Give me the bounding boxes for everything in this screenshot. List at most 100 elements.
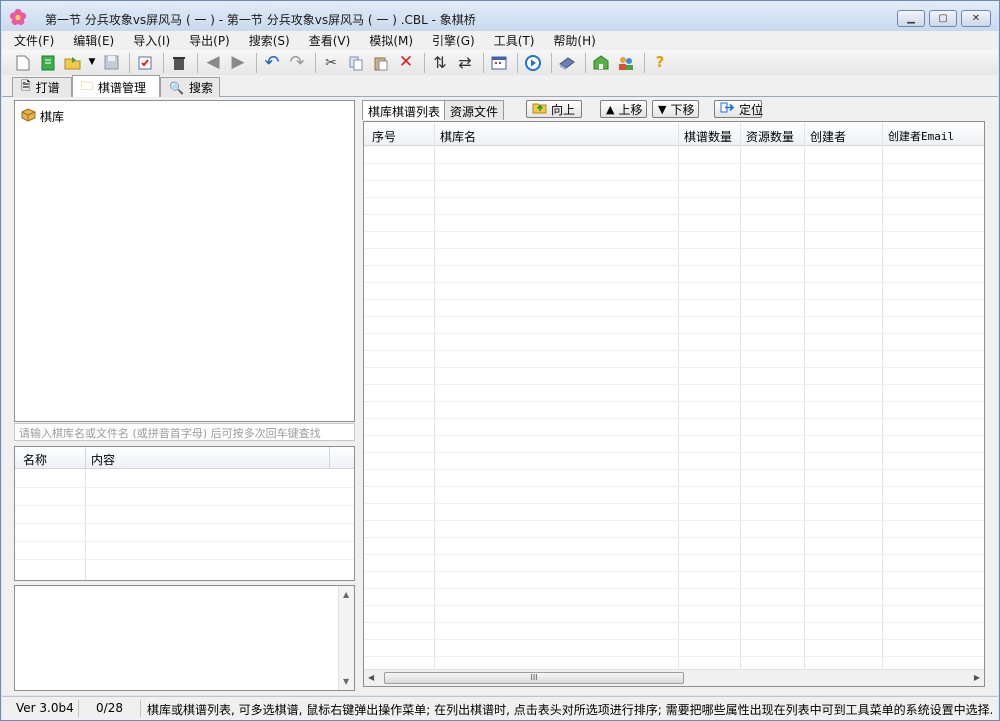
users-icon[interactable] <box>615 52 637 74</box>
move-up-button[interactable]: ▲ 上移 <box>600 100 647 118</box>
column-header-creator-email[interactable]: 创建者Email <box>888 128 954 144</box>
toolbar-separator <box>551 52 552 73</box>
menu-tools[interactable]: 工具(T) <box>482 32 542 49</box>
books-icon[interactable] <box>556 52 578 74</box>
forward-circle-icon[interactable]: ▶ <box>227 52 249 74</box>
calendar-grid-icon[interactable] <box>488 52 510 74</box>
menu-edit[interactable]: 编辑(E) <box>61 32 121 49</box>
tree-node-library-label: 棋库 <box>40 109 65 124</box>
notes-textarea[interactable]: ▲ ▼ <box>14 585 355 691</box>
dropdown-arrow-icon[interactable]: ▼ <box>87 52 97 74</box>
grid-line <box>85 469 86 580</box>
minimize-button[interactable]: ▁ <box>897 10 925 27</box>
column-header-resource-count[interactable]: 资源数量 <box>746 128 794 145</box>
scroll-right-arrow-icon[interactable]: ▶ <box>974 673 980 682</box>
play-circle-icon[interactable] <box>522 52 544 74</box>
manager-content: 棋库 请输入棋库名或文件名 (或拼音首字母) 后可按多次回车键查找 名称 内容 … <box>2 97 998 695</box>
tab-resource-files[interactable]: 资源文件 <box>444 100 505 120</box>
maximize-button[interactable]: ▢ <box>929 10 957 27</box>
menu-simulate[interactable]: 模拟(M) <box>357 32 420 49</box>
scroll-up-arrow-icon[interactable]: ▲ <box>343 590 349 599</box>
triangle-up-icon: ▲ <box>606 102 615 116</box>
menu-file[interactable]: 文件(F) <box>2 32 61 49</box>
locate-button-label: 定位 <box>739 102 764 117</box>
notes-scrollbar[interactable]: ▲ ▼ <box>338 586 354 690</box>
tab-game-manager[interactable]: 🗀 棋谱管理 <box>72 75 160 98</box>
open-folder-icon[interactable] <box>62 52 84 74</box>
column-header-creator[interactable]: 创建者 <box>810 128 846 145</box>
import-green-icon[interactable] <box>590 52 612 74</box>
copy-icon[interactable] <box>345 52 367 74</box>
tab-search[interactable]: 🔍 搜索 <box>160 77 220 97</box>
sort-vertical-icon[interactable]: ⇅ <box>429 52 451 74</box>
menu-help[interactable]: 帮助(H) <box>541 32 602 49</box>
help-question-icon[interactable]: ? <box>649 52 671 74</box>
library-tree[interactable]: 棋库 <box>14 100 355 422</box>
new-file-icon[interactable] <box>12 52 34 74</box>
go-up-button-label: 向上 <box>551 102 576 117</box>
grid-line <box>364 248 984 249</box>
grid-line <box>364 214 984 215</box>
tab-library-game-list[interactable]: 棋库棋谱列表 <box>362 100 447 120</box>
grid-line <box>15 487 354 488</box>
new-book-icon[interactable] <box>37 52 59 74</box>
menu-import[interactable]: 导入(I) <box>121 32 177 49</box>
column-divider <box>329 447 330 469</box>
scroll-left-arrow-icon[interactable]: ◀ <box>368 673 374 682</box>
toolbar-separator <box>315 52 316 73</box>
tab-playback[interactable]: 🗎 打谱 <box>12 77 72 97</box>
column-header-name[interactable]: 名称 <box>23 451 47 468</box>
swap-horizontal-icon[interactable]: ⇄ <box>454 52 476 74</box>
scroll-down-arrow-icon[interactable]: ▼ <box>343 677 349 686</box>
undo-icon[interactable]: ↶ <box>261 52 283 74</box>
grid-line <box>364 299 984 300</box>
column-header-index[interactable]: 序号 <box>372 128 396 145</box>
cut-icon[interactable]: ✂ <box>320 52 342 74</box>
save-disk-icon[interactable] <box>100 52 122 74</box>
menu-view[interactable]: 查看(V) <box>297 32 358 49</box>
grid-line <box>364 333 984 334</box>
grid-line <box>364 316 984 317</box>
grid-line <box>15 541 354 542</box>
menu-engine[interactable]: 引擎(G) <box>420 32 482 49</box>
properties-grid[interactable]: 名称 内容 <box>14 446 355 581</box>
paste-icon[interactable] <box>370 52 392 74</box>
list-horizontal-scrollbar[interactable]: ◀ III ▶ <box>364 669 984 686</box>
grid-line <box>364 656 984 657</box>
column-divider <box>85 447 86 469</box>
grid-line <box>15 505 354 506</box>
folder-up-icon <box>532 101 547 117</box>
properties-icon[interactable] <box>134 52 156 74</box>
status-count: 0/28 <box>78 700 140 718</box>
app-window: 第一节 分兵攻象vs屏风马 ( 一 ) - 第一节 分兵攻象vs屏风马 ( 一 … <box>0 0 1000 721</box>
menu-search[interactable]: 搜索(S) <box>237 32 297 49</box>
trash-icon[interactable] <box>168 52 190 74</box>
library-search-input[interactable]: 请输入棋库名或文件名 (或拼音首字母) 后可按多次回车键查找 <box>14 423 355 441</box>
magnifier-icon: 🔍 <box>169 80 184 95</box>
grid-line <box>364 418 984 419</box>
tree-node-library[interactable]: 棋库 <box>21 107 64 125</box>
close-button[interactable]: ✕ <box>961 10 991 27</box>
redo-icon[interactable]: ↷ <box>286 52 308 74</box>
grid-line <box>364 384 984 385</box>
properties-grid-header: 名称 内容 <box>15 447 354 469</box>
library-list[interactable]: 序号 棋库名 棋谱数量 资源数量 创建者 创建者Email ◀ III ▶ <box>363 121 985 687</box>
grid-line <box>364 639 984 640</box>
column-header-content[interactable]: 内容 <box>91 451 115 468</box>
locate-button[interactable]: 定位 <box>714 100 764 118</box>
close-icon: ✕ <box>971 13 981 24</box>
window-title: 第一节 分兵攻象vs屏风马 ( 一 ) - 第一节 分兵攻象vs屏风马 ( 一 … <box>45 13 476 27</box>
delete-x-icon[interactable]: ✕ <box>395 52 417 74</box>
grid-line <box>364 367 984 368</box>
menu-export[interactable]: 导出(P) <box>177 32 237 49</box>
list-tab-strip: 棋库棋谱列表 资源文件 向上 ▲ 上移 ▼ 下移 定位 <box>362 100 982 120</box>
back-circle-icon[interactable]: ◀ <box>202 52 224 74</box>
toolbar-separator <box>197 52 198 73</box>
move-down-button[interactable]: ▼ 下移 <box>652 100 699 118</box>
column-header-game-count[interactable]: 棋谱数量 <box>684 128 732 145</box>
go-up-button[interactable]: 向上 <box>526 100 582 118</box>
triangle-down-icon: ▼ <box>658 102 667 116</box>
column-header-library-name[interactable]: 棋库名 <box>440 128 476 145</box>
scroll-thumb[interactable]: III <box>384 672 684 684</box>
tab-game-manager-label: 棋谱管理 <box>98 80 147 95</box>
